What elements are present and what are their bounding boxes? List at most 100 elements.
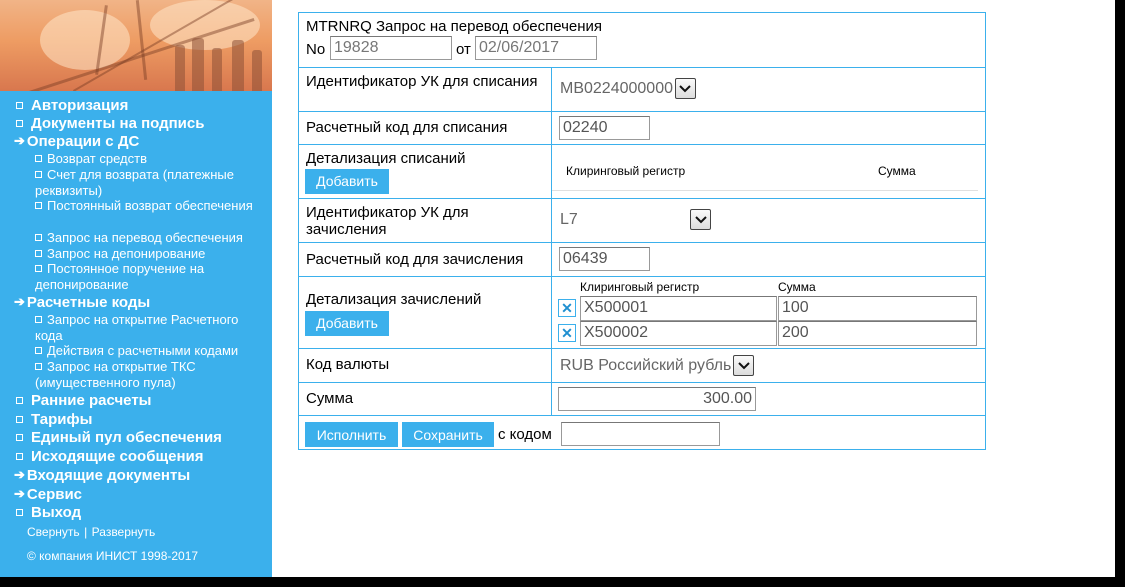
sum-input[interactable]: 300.00 <box>558 387 756 411</box>
detail-credit-row: Детализация зачислений Добавить Клиринго… <box>299 276 985 348</box>
nav-item-label: Тарифы <box>31 410 93 428</box>
save-button[interactable]: Сохранить <box>402 422 494 447</box>
nav-item-settlement-codes[interactable]: ➔ Расчетные коды <box>14 293 150 311</box>
credit-amount-input[interactable]: 100 <box>778 296 977 321</box>
square-bullet-icon <box>16 101 23 109</box>
code-debit-row: Расчетный код для списания 02240 <box>299 111 985 144</box>
sub-item-label: Запрос на перевод обеспечения <box>47 230 243 245</box>
square-bullet-icon <box>35 265 42 272</box>
nav-item-label: Операции с ДС <box>26 132 140 150</box>
code-debit-cell: 02240 <box>552 112 985 144</box>
nav-item-label: Единый пул обеспечения <box>31 428 222 446</box>
square-bullet-icon <box>16 119 23 127</box>
nav-item-label: Авторизация <box>31 96 129 114</box>
execute-button[interactable]: Исполнить <box>305 422 398 447</box>
sum-row: Сумма 300.00 <box>299 382 985 415</box>
credit-register-input[interactable]: X500002 <box>580 321 777 346</box>
sub-item-open-code-request[interactable]: Запрос на открытие Расчетного кода <box>35 312 265 343</box>
nav-item-label: Выход <box>31 503 82 521</box>
header-banner-image <box>0 0 272 91</box>
code-debit-input[interactable]: 02240 <box>559 116 650 140</box>
sub-item-label: Постоянный возврат обеспечения <box>47 198 253 213</box>
uk-credit-label: Идентификатор УК для зачисления <box>299 199 552 242</box>
collapse-link[interactable]: Свернуть <box>27 525 80 539</box>
square-bullet-icon <box>16 415 23 423</box>
credit-register-input[interactable]: X500001 <box>580 296 777 321</box>
divider <box>552 190 978 191</box>
sum-label: Сумма <box>299 383 552 415</box>
detail-credit-label: Детализация зачислений <box>306 291 482 308</box>
nav-item-incoming-documents[interactable]: ➔ Входящие документы <box>14 466 190 484</box>
nav-item-documents-to-sign[interactable]: Документы на подпись <box>14 114 204 132</box>
sub-item-transfer-request[interactable]: Запрос на перевод обеспечения <box>35 230 265 246</box>
sub-item-open-tks-request[interactable]: Запрос на открытие ТКС (имущественного п… <box>35 359 265 390</box>
uk-credit-value: L7 <box>560 210 578 228</box>
arrow-right-icon: ➔ <box>14 486 25 501</box>
sub-item-label: Запрос на депонирование <box>47 246 206 261</box>
square-bullet-icon <box>35 363 42 370</box>
nav-item-ds-operations[interactable]: ➔ Операции с ДС <box>14 132 139 150</box>
square-bullet-icon <box>16 508 23 516</box>
detail-debit-label: Детализация списаний <box>306 150 466 167</box>
code-credit-label: Расчетный код для зачисления <box>299 243 552 276</box>
nav-item-label: Документы на подпись <box>31 114 205 132</box>
number-label: No <box>306 41 326 58</box>
nav-item-outgoing-messages[interactable]: Исходящие сообщения <box>14 447 204 465</box>
square-bullet-icon <box>16 396 23 404</box>
sub-item-label: Действия с расчетными кодами <box>47 343 239 358</box>
code-debit-label: Расчетный код для списания <box>299 112 552 144</box>
sub-item-standing-deposit[interactable]: Постоянное поручение на депонирование <box>35 261 265 292</box>
currency-value: RUB Российский рубль <box>560 356 732 374</box>
sub-item-label: Постоянное поручение на депонирование <box>35 261 205 292</box>
nav-item-label: Ранние расчеты <box>31 391 152 409</box>
sub-item-return-account[interactable]: Счет для возврата (платежные реквизиты) <box>35 167 265 198</box>
detail-credit-table: Клиринговый регистр Сумма ✕ X500001 100 … <box>552 277 985 348</box>
column-header-register: Клиринговый регистр <box>566 164 686 178</box>
column-header-amount: Сумма <box>878 164 916 178</box>
uk-debit-cell: MB0224000000 <box>552 68 985 111</box>
sub-item-deposit-request[interactable]: Запрос на депонирование <box>35 246 265 262</box>
sub-item-label: Счет для возврата (платежные реквизиты) <box>35 167 234 198</box>
remove-row-icon[interactable]: ✕ <box>558 299 576 317</box>
nav-item-label: Исходящие сообщения <box>31 447 204 465</box>
square-bullet-icon <box>35 316 42 323</box>
number-input[interactable]: 19828 <box>330 36 452 60</box>
nav-item-label: Расчетные коды <box>26 293 151 311</box>
expand-link[interactable]: Развернуть <box>92 525 156 539</box>
square-bullet-icon <box>16 433 23 441</box>
sub-item-permanent-return[interactable]: Постоянный возврат обеспечения <box>35 198 265 214</box>
nav-item-label: Входящие документы <box>26 466 191 484</box>
add-debit-button[interactable]: Добавить <box>305 169 389 194</box>
uk-debit-row: Идентификатор УК для списания MB02240000… <box>299 67 985 111</box>
nav-item-authorization[interactable]: Авторизация <box>14 96 128 114</box>
uk-credit-select[interactable]: L7 <box>560 209 711 230</box>
date-input[interactable]: 02/06/2017 <box>475 36 597 60</box>
add-credit-button[interactable]: Добавить <box>305 311 389 336</box>
nav-item-exit[interactable]: Выход <box>14 503 81 521</box>
nav-item-service[interactable]: ➔ Сервис <box>14 485 82 503</box>
collapse-expand-links: Свернуть | Развернуть <box>27 523 155 541</box>
remove-row-icon[interactable]: ✕ <box>558 324 576 342</box>
uk-credit-cell: L7 <box>552 199 985 242</box>
currency-select[interactable]: RUB Российский рубль <box>560 355 755 376</box>
detail-debit-row: Детализация списаний Добавить Клиринговы… <box>299 144 985 198</box>
nav-item-early-settlements[interactable]: Ранние расчеты <box>14 391 151 409</box>
currency-cell: RUB Российский рубль <box>552 349 985 382</box>
uk-debit-value: MB0224000000 <box>560 79 673 97</box>
transfer-request-form: MTRNRQ Запрос на перевод обеспечения No … <box>298 12 986 450</box>
nav-item-single-pool[interactable]: Единый пул обеспечения <box>14 428 222 446</box>
sub-item-code-actions[interactable]: Действия с расчетными кодами <box>35 343 265 359</box>
credit-amount-input[interactable]: 200 <box>778 321 977 346</box>
uk-debit-label: Идентификатор УК для списания <box>299 68 552 111</box>
sum-cell: 300.00 <box>552 383 985 415</box>
signature-code-input[interactable] <box>561 422 720 446</box>
chevron-down-icon <box>674 78 696 99</box>
arrow-right-icon: ➔ <box>14 467 25 482</box>
uk-debit-select[interactable]: MB0224000000 <box>560 78 696 99</box>
code-credit-input[interactable]: 06439 <box>559 247 650 271</box>
sub-item-funds-return[interactable]: Возврат средств <box>35 151 265 167</box>
nav-item-tariffs[interactable]: Тарифы <box>14 410 92 428</box>
form-title: MTRNRQ Запрос на перевод обеспечения <box>306 18 603 35</box>
detail-debit-cell: Детализация списаний Добавить <box>299 145 552 198</box>
arrow-right-icon: ➔ <box>14 294 25 309</box>
